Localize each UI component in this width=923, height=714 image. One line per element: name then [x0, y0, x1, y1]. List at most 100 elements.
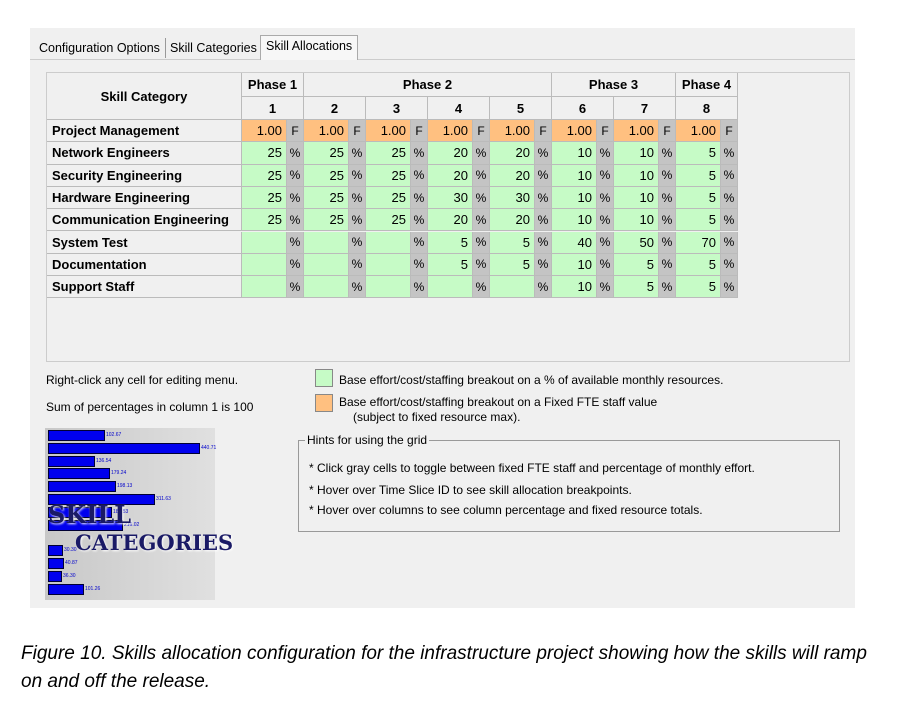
toggle-type-cell[interactable]: % — [411, 186, 428, 210]
toggle-type-cell[interactable]: F — [411, 120, 428, 143]
allocation-cell[interactable]: 10 — [614, 186, 659, 210]
allocation-cell[interactable]: 5 — [490, 231, 535, 254]
toggle-type-cell[interactable]: % — [473, 276, 490, 299]
allocation-cell[interactable] — [366, 253, 411, 277]
toggle-type-cell[interactable]: % — [287, 209, 304, 232]
time-slice-id[interactable]: 3 — [366, 97, 428, 120]
toggle-type-cell[interactable]: % — [597, 142, 614, 165]
allocation-cell[interactable]: 5 — [676, 276, 721, 299]
allocation-cell[interactable]: 25 — [304, 142, 349, 165]
allocation-cell[interactable]: 10 — [614, 164, 659, 187]
toggle-type-cell[interactable]: F — [659, 120, 676, 143]
toggle-type-cell[interactable]: % — [721, 142, 738, 165]
toggle-type-cell[interactable]: F — [597, 120, 614, 143]
toggle-type-cell[interactable]: % — [287, 186, 304, 210]
toggle-type-cell[interactable]: % — [349, 186, 366, 210]
allocation-cell[interactable]: 20 — [428, 164, 473, 187]
allocation-cell[interactable]: 25 — [304, 186, 349, 210]
allocation-cell[interactable]: 10 — [552, 253, 597, 277]
allocation-cell[interactable]: 5 — [676, 164, 721, 187]
toggle-type-cell[interactable]: % — [659, 253, 676, 277]
toggle-type-cell[interactable]: % — [473, 164, 490, 187]
toggle-type-cell[interactable]: % — [597, 276, 614, 299]
allocation-cell[interactable]: 1.00 — [428, 120, 473, 143]
toggle-type-cell[interactable]: % — [659, 276, 676, 299]
time-slice-id[interactable]: 7 — [614, 97, 676, 120]
allocation-cell[interactable]: 1.00 — [676, 120, 721, 143]
allocation-cell[interactable] — [366, 276, 411, 299]
toggle-type-cell[interactable]: % — [721, 276, 738, 299]
allocation-cell[interactable]: 1.00 — [366, 120, 411, 143]
allocation-cell[interactable]: 10 — [614, 209, 659, 232]
allocation-cell[interactable]: 25 — [366, 164, 411, 187]
allocation-cell[interactable]: 1.00 — [242, 120, 287, 143]
allocation-cell[interactable] — [242, 231, 287, 254]
toggle-type-cell[interactable]: % — [349, 142, 366, 165]
allocation-cell[interactable]: 1.00 — [614, 120, 659, 143]
toggle-type-cell[interactable]: % — [721, 209, 738, 232]
allocation-cell[interactable]: 30 — [428, 186, 473, 210]
allocation-cell[interactable]: 25 — [304, 209, 349, 232]
toggle-type-cell[interactable]: % — [349, 253, 366, 277]
toggle-type-cell[interactable]: % — [535, 164, 552, 187]
allocation-cell[interactable] — [304, 231, 349, 254]
toggle-type-cell[interactable]: % — [473, 231, 490, 254]
allocation-cell[interactable]: 20 — [490, 164, 535, 187]
toggle-type-cell[interactable]: % — [287, 231, 304, 254]
toggle-type-cell[interactable]: % — [535, 142, 552, 165]
allocation-cell[interactable]: 25 — [242, 164, 287, 187]
allocation-cell[interactable]: 70 — [676, 231, 721, 254]
toggle-type-cell[interactable]: % — [349, 276, 366, 299]
allocation-cell[interactable]: 25 — [242, 186, 287, 210]
toggle-type-cell[interactable]: % — [721, 231, 738, 254]
toggle-type-cell[interactable]: % — [473, 209, 490, 232]
allocation-cell[interactable]: 5 — [676, 142, 721, 165]
toggle-type-cell[interactable]: F — [473, 120, 490, 143]
allocation-cell[interactable] — [304, 276, 349, 299]
toggle-type-cell[interactable]: % — [597, 186, 614, 210]
toggle-type-cell[interactable]: % — [473, 253, 490, 277]
allocation-cell[interactable]: 10 — [552, 209, 597, 232]
toggle-type-cell[interactable]: % — [659, 142, 676, 165]
allocation-cell[interactable]: 5 — [676, 253, 721, 277]
toggle-type-cell[interactable]: % — [535, 186, 552, 210]
toggle-type-cell[interactable]: % — [721, 186, 738, 210]
toggle-type-cell[interactable]: % — [411, 164, 428, 187]
time-slice-id[interactable]: 8 — [676, 97, 738, 120]
toggle-type-cell[interactable]: % — [349, 164, 366, 187]
allocation-cell[interactable]: 1.00 — [304, 120, 349, 143]
time-slice-id[interactable]: 1 — [242, 97, 304, 120]
time-slice-id[interactable]: 6 — [552, 97, 614, 120]
allocation-cell[interactable]: 5 — [490, 253, 535, 277]
toggle-type-cell[interactable]: % — [287, 276, 304, 299]
toggle-type-cell[interactable]: % — [659, 164, 676, 187]
toggle-type-cell[interactable]: % — [597, 209, 614, 232]
toggle-type-cell[interactable]: % — [411, 253, 428, 277]
toggle-type-cell[interactable]: % — [411, 276, 428, 299]
toggle-type-cell[interactable]: % — [597, 231, 614, 254]
toggle-type-cell[interactable]: F — [287, 120, 304, 143]
allocation-cell[interactable]: 5 — [428, 231, 473, 254]
toggle-type-cell[interactable]: % — [287, 253, 304, 277]
tab-skill-categories[interactable]: Skill Categories — [165, 38, 263, 58]
toggle-type-cell[interactable]: F — [721, 120, 738, 143]
toggle-type-cell[interactable]: % — [659, 209, 676, 232]
allocation-cell[interactable]: 40 — [552, 231, 597, 254]
toggle-type-cell[interactable]: % — [287, 164, 304, 187]
allocation-cell[interactable]: 10 — [552, 276, 597, 299]
toggle-type-cell[interactable]: % — [411, 209, 428, 232]
allocation-cell[interactable] — [366, 231, 411, 254]
allocation-cell[interactable]: 25 — [366, 142, 411, 165]
allocation-cell[interactable]: 1.00 — [490, 120, 535, 143]
time-slice-id[interactable]: 2 — [304, 97, 366, 120]
allocation-cell[interactable]: 25 — [366, 209, 411, 232]
toggle-type-cell[interactable]: % — [535, 209, 552, 232]
toggle-type-cell[interactable]: % — [597, 253, 614, 277]
toggle-type-cell[interactable]: % — [659, 231, 676, 254]
allocation-cell[interactable]: 20 — [490, 209, 535, 232]
allocation-cell[interactable] — [242, 253, 287, 277]
allocation-cell[interactable]: 25 — [366, 186, 411, 210]
allocation-cell[interactable]: 50 — [614, 231, 659, 254]
toggle-type-cell[interactable]: F — [535, 120, 552, 143]
allocation-cell[interactable] — [304, 253, 349, 277]
